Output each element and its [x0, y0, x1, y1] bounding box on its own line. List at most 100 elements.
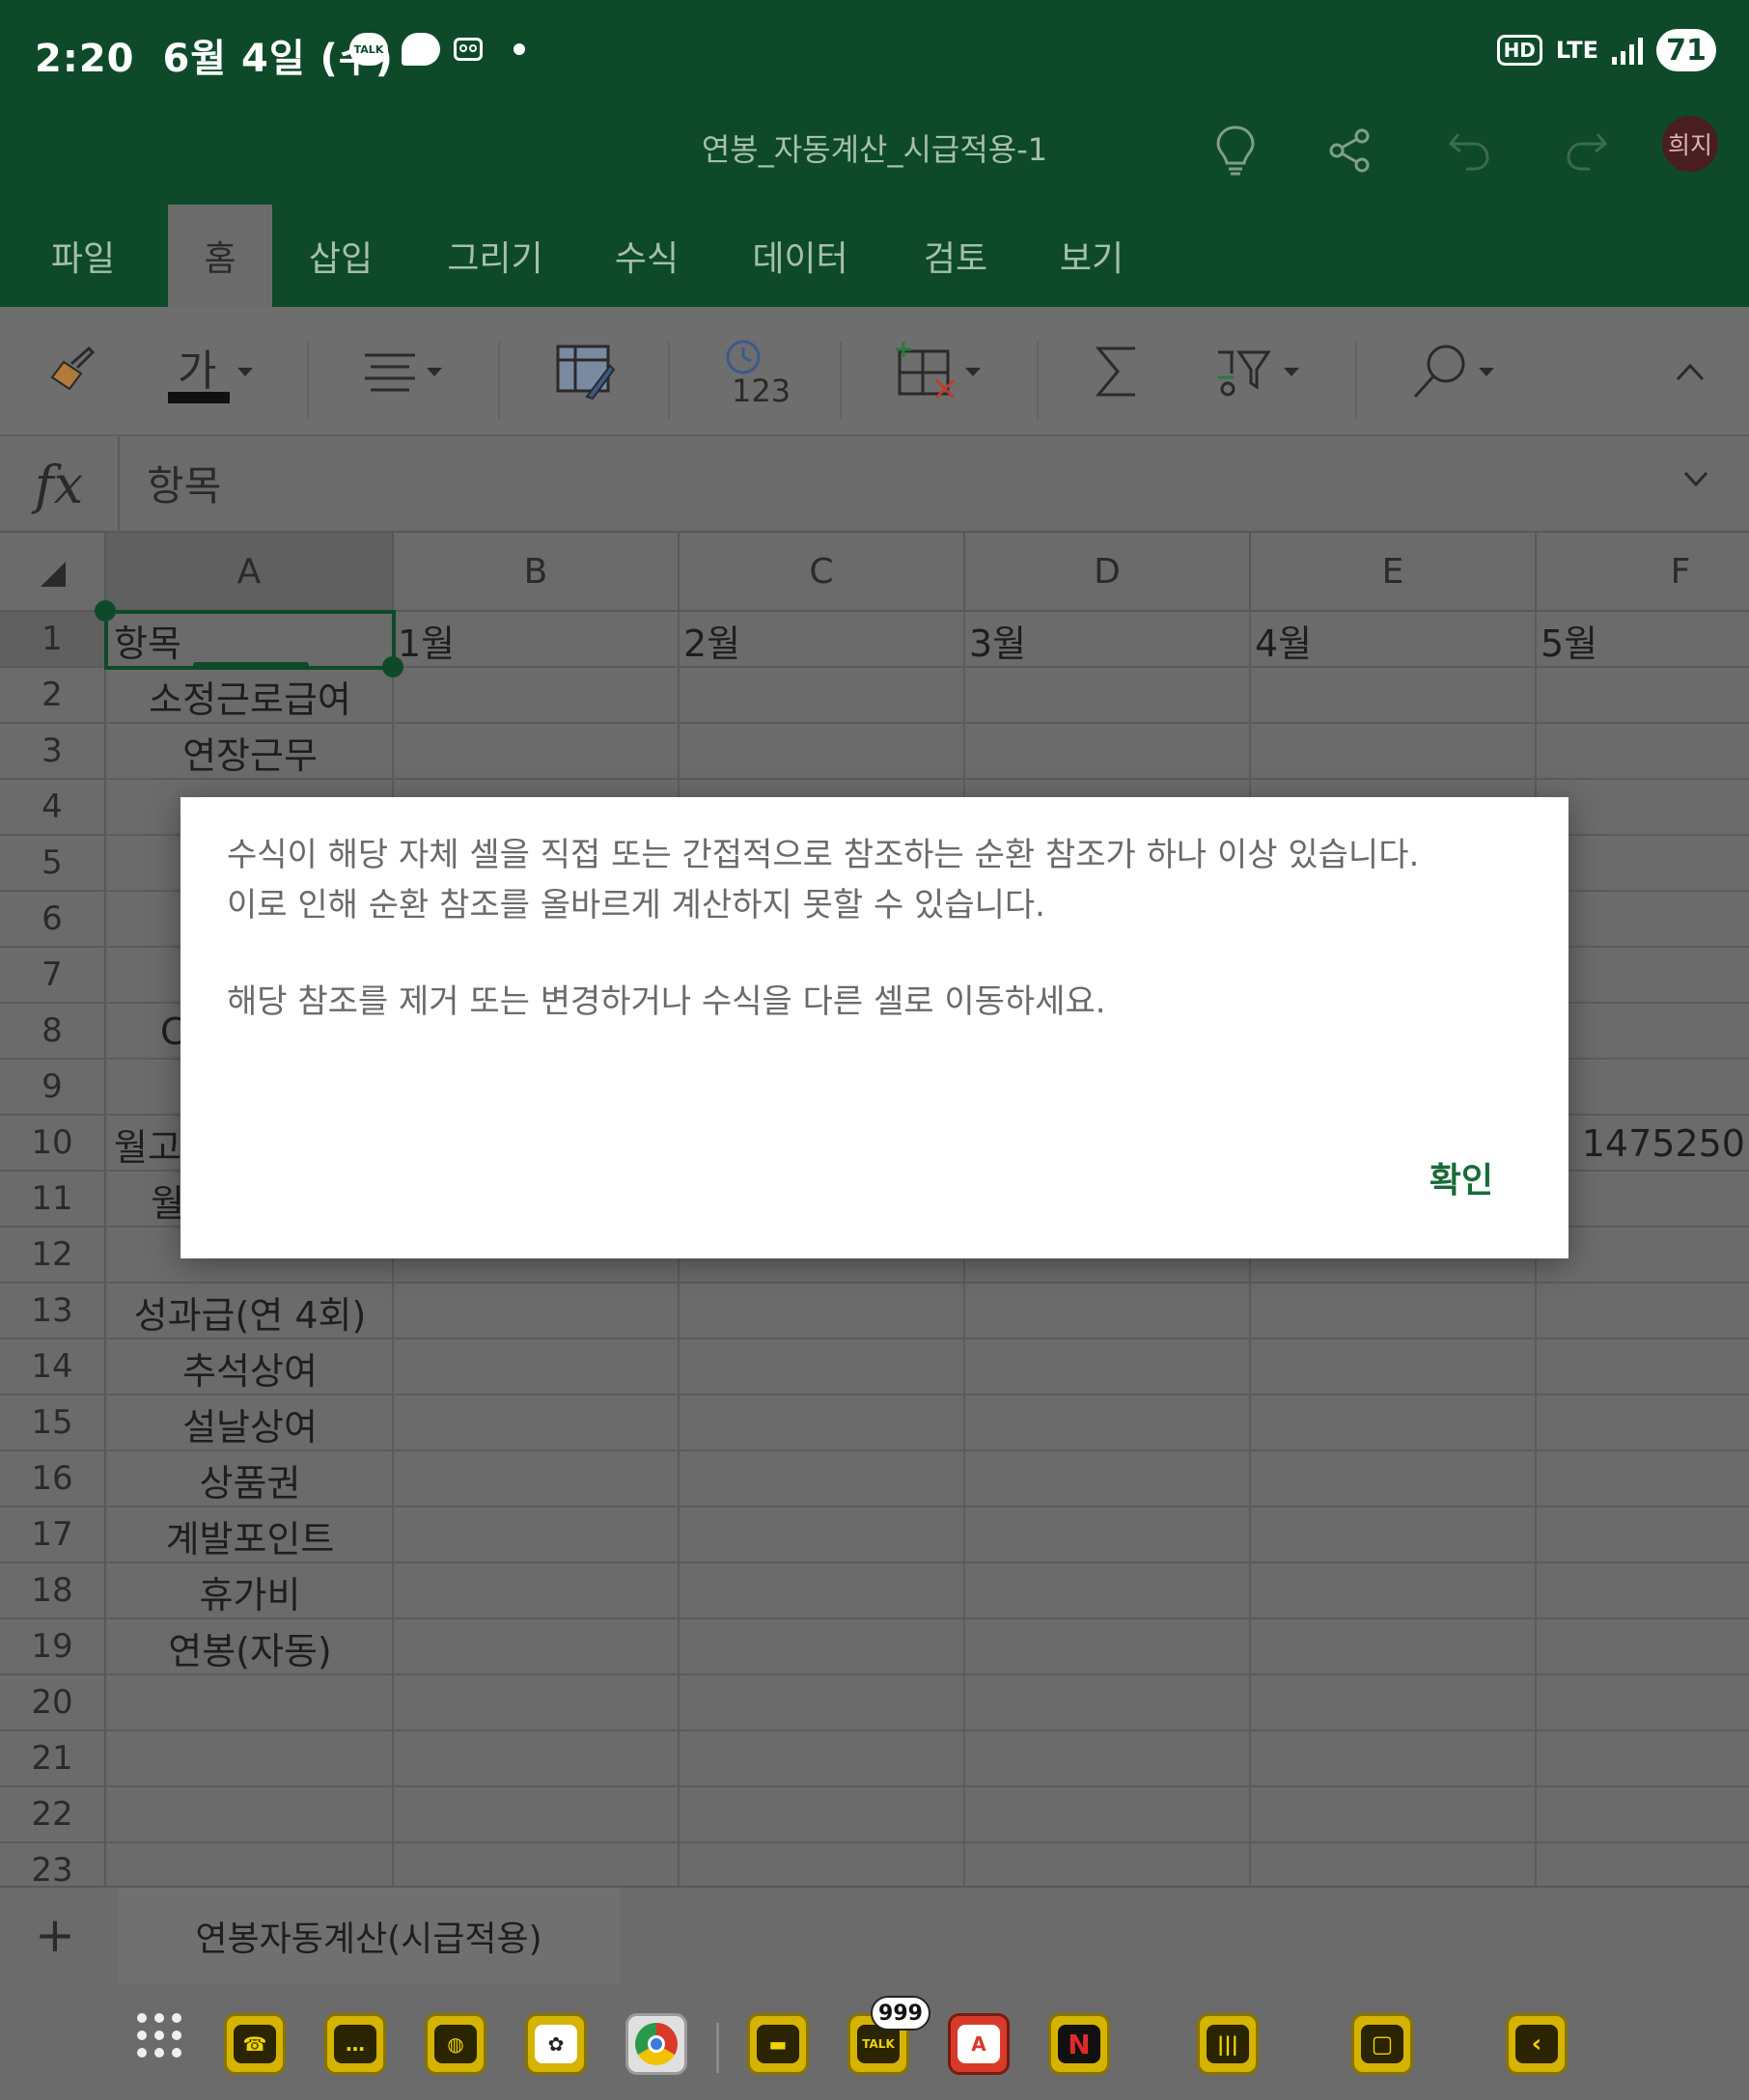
cell-a13[interactable]: 성과급(연 4회) — [106, 1284, 394, 1340]
tab-formulas[interactable]: 수식 — [598, 205, 695, 307]
cell-b1[interactable]: 1월 — [398, 612, 678, 668]
row-header-14[interactable]: 14 — [0, 1340, 106, 1395]
phone-icon[interactable]: ☎ — [224, 2013, 286, 2075]
chatgpt-icon[interactable]: ✿ — [525, 2013, 587, 2075]
cell-a18[interactable]: 휴가비 — [106, 1563, 394, 1619]
tab-file[interactable]: 파일 — [29, 205, 137, 307]
cell-f10[interactable]: 1475250 — [1537, 1116, 1749, 1172]
sort-filter-button[interactable] — [1214, 336, 1299, 407]
dialog-message-line-1: 수식이 해당 자체 셀을 직접 또는 간접적으로 참조하는 순환 참조가 하나 … — [227, 836, 1420, 874]
row-header-18[interactable]: 18 — [0, 1563, 106, 1619]
netflix-icon[interactable]: N — [1048, 2013, 1110, 2075]
column-header-f[interactable]: F — [1537, 533, 1749, 612]
internet-icon[interactable]: ◍ — [425, 2013, 486, 2075]
row-header-6[interactable]: 6 — [0, 892, 106, 948]
column-header-a[interactable]: A — [106, 533, 394, 612]
row-header-12[interactable]: 12 — [0, 1228, 106, 1284]
home-icon[interactable]: ▢ — [1351, 2013, 1413, 2075]
selection-handle-top-left[interactable] — [95, 600, 116, 622]
autosum-icon[interactable] — [1093, 336, 1141, 407]
column-header-d[interactable]: D — [965, 533, 1251, 612]
status-bar: 2:20 6월 4일 (수) TALK HD LTE 71 — [0, 0, 1749, 97]
format-painter-icon[interactable] — [42, 336, 100, 407]
column-header-b[interactable]: B — [394, 533, 680, 612]
cell-d1[interactable]: 3월 — [969, 612, 1249, 668]
row-header-8[interactable]: 8 — [0, 1004, 106, 1060]
formula-input[interactable]: 항목 — [147, 454, 221, 512]
lightbulb-icon[interactable] — [1201, 116, 1270, 185]
row-gridline — [106, 1785, 1749, 1787]
cell-a14[interactable]: 추석상여 — [106, 1340, 394, 1395]
align-button[interactable] — [361, 336, 442, 407]
row-header-5[interactable]: 5 — [0, 836, 106, 892]
notification-badge: 999 — [871, 1996, 930, 2031]
add-sheet-button[interactable]: + — [35, 1907, 75, 1963]
cell-a3[interactable]: 연장근무 — [106, 724, 394, 780]
fx-icon[interactable]: fx — [0, 436, 120, 533]
sheet-tab-bar: + 연봉자동계산(시급적용) — [0, 1886, 1749, 1984]
row-header-16[interactable]: 16 — [0, 1451, 106, 1507]
row-header-23[interactable]: 23 — [0, 1843, 106, 1886]
cell-a2[interactable]: 소정근로급여 — [106, 668, 394, 724]
voicemail-icon — [454, 38, 483, 61]
cell-a19[interactable]: 연봉(자동) — [106, 1619, 394, 1675]
row-header-4[interactable]: 4 — [0, 780, 106, 836]
redo-icon[interactable] — [1552, 116, 1622, 185]
tab-home[interactable]: 홈 — [168, 205, 272, 307]
cell-a15[interactable]: 설날상여 — [106, 1395, 394, 1451]
notification-icons: TALK — [349, 33, 525, 66]
sheet-tab[interactable]: 연봉자동계산(시급적용) — [118, 1888, 620, 1984]
number-format-glyph: 123 — [732, 373, 791, 409]
row-header-9[interactable]: 9 — [0, 1060, 106, 1116]
tab-view[interactable]: 보기 — [1042, 205, 1141, 307]
tab-draw[interactable]: 그리기 — [432, 205, 558, 307]
row-header-17[interactable]: 17 — [0, 1507, 106, 1563]
row-header-7[interactable]: 7 — [0, 948, 106, 1004]
row-header-11[interactable]: 11 — [0, 1172, 106, 1228]
cell-a10[interactable]: 월고 — [114, 1116, 183, 1172]
column-header-e[interactable]: E — [1251, 533, 1537, 612]
recents-icon[interactable]: ||| — [1197, 2013, 1259, 2075]
row-header-2[interactable]: 2 — [0, 668, 106, 724]
cell-f1[interactable]: 5월 — [1541, 612, 1749, 668]
acrobat-icon[interactable]: A — [948, 2013, 1010, 2075]
font-color-button[interactable]: 가 — [168, 336, 253, 407]
row-header-19[interactable]: 19 — [0, 1619, 106, 1675]
back-icon[interactable]: ‹ — [1506, 2013, 1568, 2075]
row-gridline — [106, 1841, 1749, 1843]
app-drawer-icon[interactable] — [137, 2013, 181, 2058]
find-button[interactable] — [1409, 336, 1494, 407]
row-header-20[interactable]: 20 — [0, 1675, 106, 1731]
taskbar-dock: ☎ … ◍ ✿ ▬ TALK 999 A N ||| ▢ ‹ — [0, 1984, 1749, 2100]
chevron-down-icon[interactable] — [1681, 469, 1710, 492]
tab-review[interactable]: 검토 — [903, 205, 1008, 307]
formula-bar: fx 항목 — [0, 436, 1749, 533]
row-header-15[interactable]: 15 — [0, 1395, 106, 1451]
cell-a16[interactable]: 상품권 — [106, 1451, 394, 1507]
cell-e1[interactable]: 4월 — [1255, 612, 1535, 668]
cell-a17[interactable]: 계발포인트 — [106, 1507, 394, 1563]
row-header-13[interactable]: 13 — [0, 1284, 106, 1340]
insert-delete-cells-button[interactable] — [894, 336, 981, 407]
row-header-10[interactable]: 10 — [0, 1116, 106, 1172]
tab-insert[interactable]: 삽입 — [290, 205, 392, 307]
avatar[interactable]: 희지 — [1662, 116, 1718, 172]
tab-data[interactable]: 데이터 — [737, 205, 863, 307]
row-header-3[interactable]: 3 — [0, 724, 106, 780]
column-header-c[interactable]: C — [680, 533, 965, 612]
selection-handle-bottom-right[interactable] — [382, 656, 403, 677]
row-header-21[interactable]: 21 — [0, 1731, 106, 1787]
chrome-icon[interactable] — [625, 2013, 687, 2075]
messages-icon[interactable]: … — [324, 2013, 386, 2075]
cell-c1[interactable]: 2월 — [683, 612, 963, 668]
number-format-button[interactable]: 123 — [722, 336, 791, 409]
undo-icon[interactable] — [1434, 116, 1504, 185]
format-table-icon[interactable] — [554, 336, 616, 407]
collapse-ribbon-icon[interactable] — [1676, 336, 1705, 407]
ok-button[interactable]: 확인 — [1430, 1152, 1493, 1202]
share-icon[interactable] — [1315, 116, 1384, 185]
row-header-1[interactable]: 1 — [0, 612, 106, 668]
files-icon[interactable]: ▬ — [747, 2013, 809, 2075]
row-header-22[interactable]: 22 — [0, 1787, 106, 1843]
select-all-corner[interactable] — [0, 533, 106, 612]
